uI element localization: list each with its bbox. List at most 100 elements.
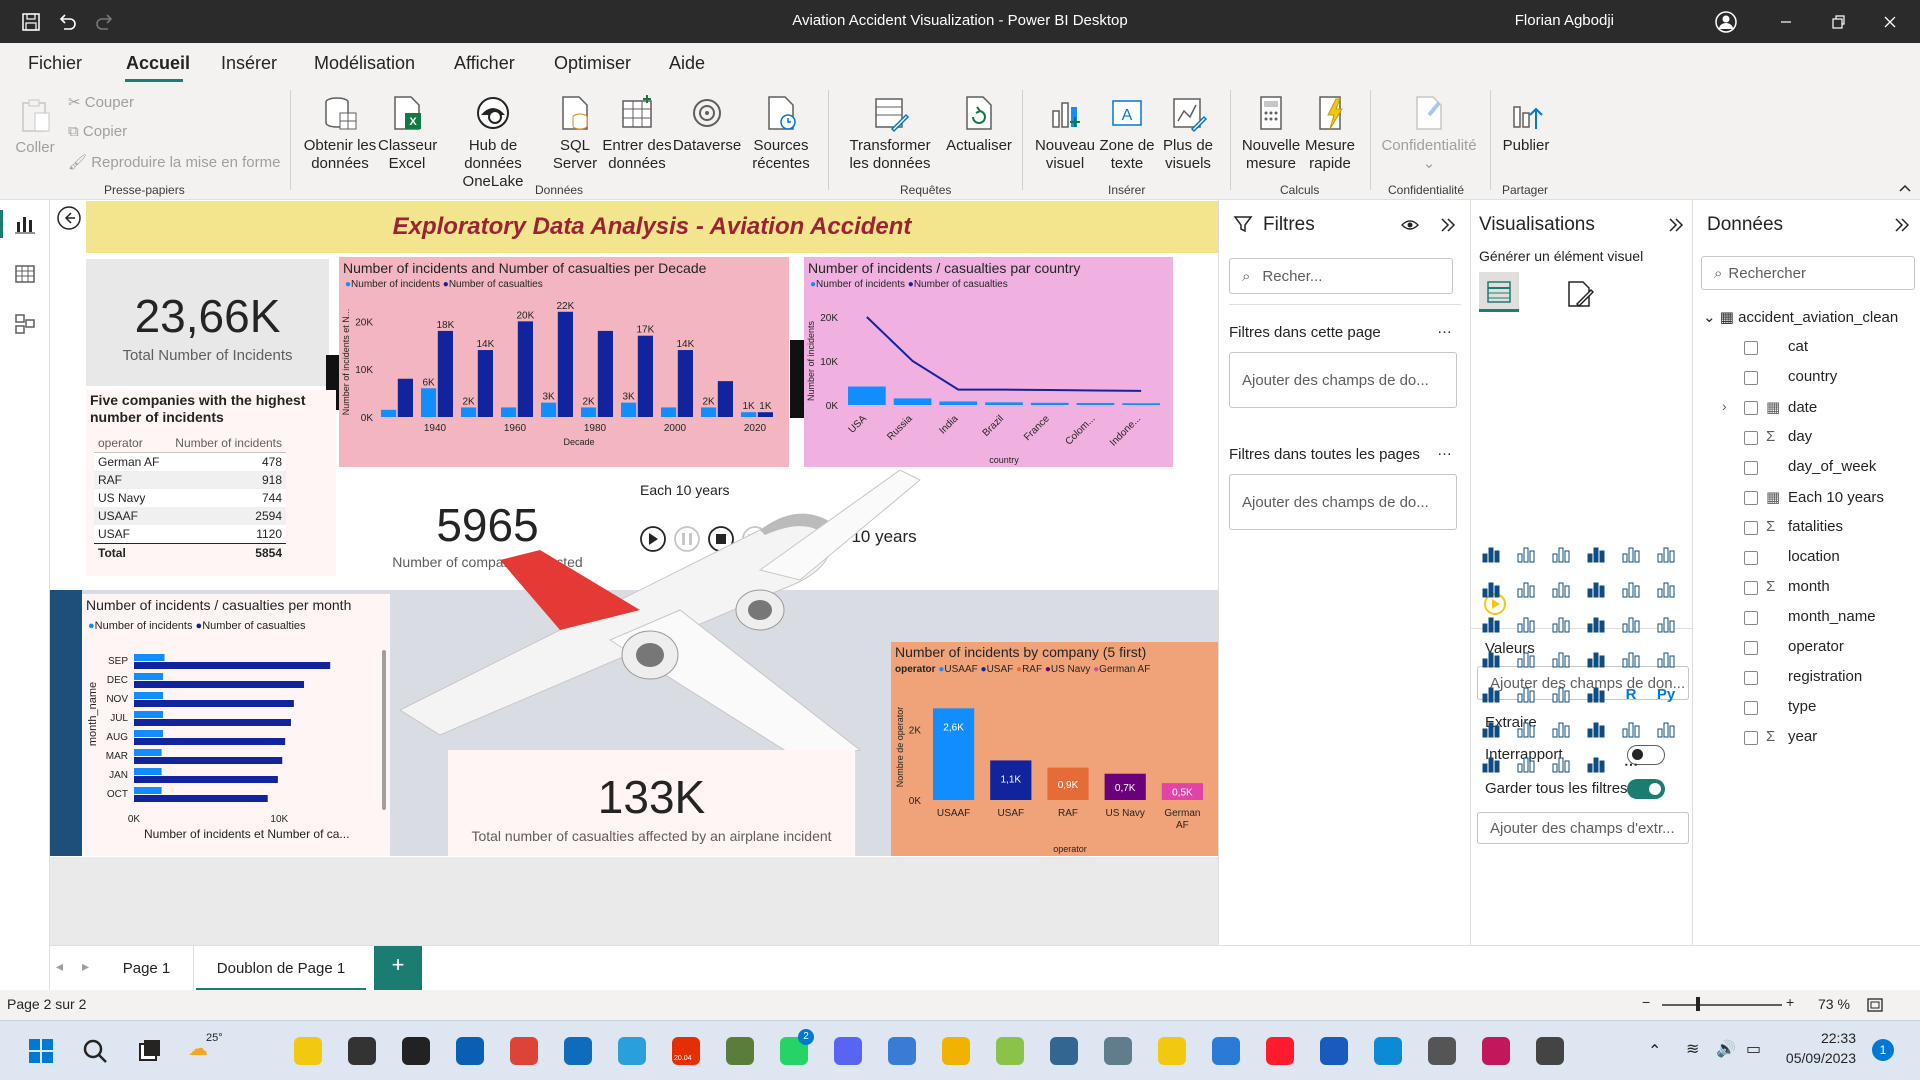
decade-chart-card[interactable]: Number of incidents and Number of casual… [339,257,789,467]
zoom-level[interactable]: 73 % [1818,996,1850,1012]
user-name[interactable]: Florian Agbodji [1515,12,1614,29]
overflow-icon[interactable] [1536,1037,1564,1065]
mail-icon[interactable] [456,1037,484,1065]
matrix-icon[interactable] [1585,682,1607,704]
discord-icon[interactable] [834,1037,862,1065]
stacked-bar-icon[interactable] [1480,542,1502,564]
100-bar-icon[interactable] [1620,542,1642,564]
clock-time[interactable]: 22:33 [1786,1030,1856,1046]
collapse-ribbon-icon[interactable] [1898,181,1912,195]
clustered-column-icon[interactable] [1585,542,1607,564]
sql-server-button[interactable]: SQL Server [550,93,600,173]
build-visual-tab[interactable] [1479,272,1519,312]
postgres-icon[interactable] [1050,1037,1078,1065]
arrows-icon[interactable] [1585,752,1607,774]
multirow-card-icon[interactable] [1655,647,1677,669]
stacked-column-icon[interactable] [1515,542,1537,564]
more-visuals-button[interactable]: Plus de visuels [1158,93,1218,173]
format-visual-icon[interactable] [1563,278,1595,310]
stacked-area-icon[interactable] [1550,577,1572,599]
country-chart-card[interactable]: Number of incidents / casualties par cou… [804,257,1173,467]
filled-map-icon[interactable] [1515,647,1537,669]
format-painter-button[interactable]: 🖌 Reproduire la mise en forme [68,153,280,171]
tab-page-1[interactable]: Page 1 [100,946,194,991]
chrome-icon[interactable] [510,1037,538,1065]
app-icon[interactable] [996,1037,1024,1065]
close-icon[interactable] [1880,12,1900,32]
field-item[interactable]: type [1766,698,1816,715]
clock-date[interactable]: 05/09/2023 [1778,1050,1856,1066]
paginated-icon[interactable] [1655,717,1677,739]
pie-icon[interactable] [1585,612,1607,634]
table-node[interactable]: ⌄ ▦ accident_aviation_clean [1703,308,1898,326]
power-automate-icon[interactable] [1515,752,1537,774]
get-data-button[interactable]: Obtenir les données [300,93,380,173]
onelake-hub-button[interactable]: Hub de données OneLake [438,93,548,191]
word-icon[interactable] [1320,1037,1348,1065]
sensitivity-button[interactable]: Confidentialité ⌄ [1376,93,1482,173]
decomposition-tree-icon[interactable] [1515,717,1537,739]
weather-widget[interactable]: ☁ 25° [188,1032,238,1066]
field-item[interactable]: country [1766,368,1837,385]
area-chart-icon[interactable] [1515,577,1537,599]
minecraft-icon[interactable] [726,1037,754,1065]
dataverse-button[interactable]: Dataverse [672,93,742,155]
new-measure-button[interactable]: Nouvelle mesure [1238,93,1304,173]
field-checkbox[interactable] [1744,641,1758,655]
zoom-in-button[interactable]: + [1786,994,1794,1010]
field-checkbox[interactable] [1744,341,1758,355]
game-icon[interactable] [348,1037,376,1065]
publish-button[interactable]: Publier [1496,93,1556,155]
map-icon[interactable] [1480,647,1502,669]
filters-page-drop-well[interactable]: Ajouter des champs de do... [1229,352,1457,408]
eye-icon[interactable] [1401,216,1419,234]
menu-modelisation[interactable]: Modélisation [314,53,415,74]
snipping-icon[interactable] [1482,1037,1510,1065]
scroll-right-icon[interactable]: ▸ [82,958,89,975]
opera-icon[interactable] [1266,1037,1294,1065]
notepad-icon[interactable] [888,1037,916,1065]
waterfall-icon[interactable] [1480,612,1502,634]
filters-search-input[interactable]: ⌕ Recher... [1229,258,1453,294]
field-checkbox[interactable] [1744,491,1758,505]
field-checkbox[interactable] [1744,611,1758,625]
card-icon[interactable] [1620,647,1642,669]
field-checkbox[interactable] [1744,581,1758,595]
outlook-icon[interactable] [564,1037,592,1065]
kpi-icon[interactable] [1480,682,1502,704]
maps-icon[interactable] [942,1037,970,1065]
keep-filters-toggle[interactable] [1627,779,1665,799]
scroll-left-icon[interactable]: ◂ [56,958,63,975]
field-item[interactable]: month_name [1766,608,1876,625]
table-header[interactable]: operator [94,434,166,453]
file-explorer-icon[interactable] [294,1037,322,1065]
menu-afficher[interactable]: Afficher [454,53,515,74]
line-chart-icon[interactable] [1480,577,1502,599]
more-options-icon[interactable]: … [1437,320,1452,337]
field-item[interactable]: ▦ date [1766,398,1817,416]
menu-accueil[interactable]: Accueil [126,53,190,74]
back-arrow-icon[interactable] [56,205,82,231]
aliexpress-icon[interactable]: 20.04 [672,1037,700,1065]
smart-narrative-icon[interactable] [1585,717,1607,739]
menu-aide[interactable]: Aide [669,53,705,74]
volume-icon[interactable]: 🔊 [1716,1039,1736,1059]
qna-icon[interactable] [1550,717,1572,739]
field-checkbox[interactable] [1744,461,1758,475]
clustered-bar-icon[interactable] [1550,542,1572,564]
scatter-icon[interactable] [1550,612,1572,634]
python-visual-icon[interactable]: Py [1655,682,1677,704]
whatsapp-icon[interactable]: 2 [780,1029,814,1065]
field-item[interactable]: Σyear [1766,728,1817,745]
task-view-icon[interactable] [134,1036,164,1066]
minimize-icon[interactable] [1776,12,1796,32]
field-checkbox[interactable] [1744,431,1758,445]
zoom-slider-thumb[interactable] [1696,997,1700,1011]
battery-icon[interactable]: ▭ [1746,1039,1761,1059]
data-search-input[interactable]: ⌕ Rechercher [1701,256,1915,290]
power-apps-icon[interactable] [1480,752,1502,774]
expand-chevron-icon[interactable]: › [1722,398,1727,414]
copy-button[interactable]: ⧉ Copier [68,123,127,140]
field-checkbox[interactable] [1744,521,1758,535]
top5-table-card[interactable]: Five companies with the highest number o… [86,390,336,576]
